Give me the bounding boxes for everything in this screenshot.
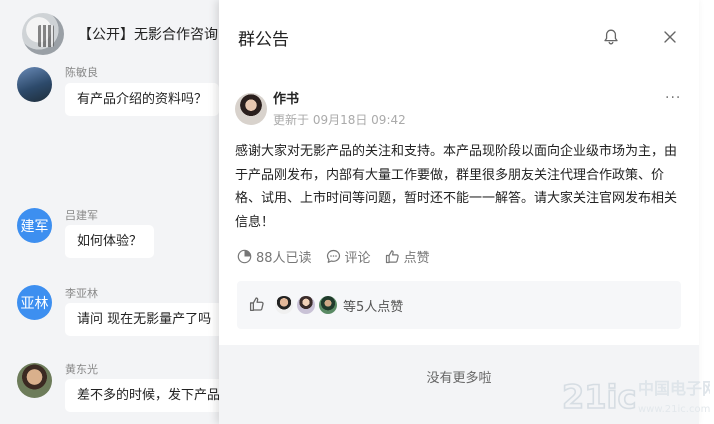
avatar[interactable] [17, 363, 52, 398]
no-more-text: 没有更多啦 [426, 371, 492, 386]
bell-icon[interactable] [600, 26, 622, 48]
close-icon[interactable] [659, 26, 681, 48]
author-name[interactable]: 作书 [273, 88, 299, 107]
read-count-button[interactable]: 88人已读 [237, 247, 312, 266]
comment-label: 评论 [344, 250, 371, 266]
update-timestamp: 更新于 09月18日 09:42 [273, 113, 406, 127]
chat-pane: 【公开】无影合作咨询 陈敏良 有产品介绍的资料吗？ 建军 吕建军 如何体验？ 亚… [0, 0, 220, 424]
panel-title: 群公告 [238, 30, 289, 50]
likes-count: 等5人点赞 [343, 300, 404, 315]
chat-header: 【公开】无影合作咨询 [0, 0, 220, 66]
avatar[interactable] [17, 67, 52, 102]
announcement-stats: 88人已读 评论 点赞 [237, 246, 444, 266]
thumb-up-icon [385, 249, 399, 263]
message-sender: 黄东光 [65, 363, 98, 376]
like-button[interactable]: 点赞 [385, 247, 430, 266]
more-options-button[interactable]: ··· [665, 90, 681, 106]
thumb-up-icon [249, 297, 264, 312]
announcement-content: 感谢大家对无影产品的关注和支持。本产品现阶段以面向企业级市场为主，由于产品刚发布… [235, 144, 678, 230]
message-sender: 李亚林 [65, 287, 98, 300]
read-progress-icon [237, 249, 252, 263]
like-label: 点赞 [403, 250, 430, 266]
avatar[interactable]: 建军 [17, 208, 52, 243]
announcement-panel: 群公告 作书 更新于 09月18日 09:42 ··· 感谢大家对无影产品的关注… [219, 0, 699, 424]
panel-footer: 没有更多啦 [219, 345, 699, 424]
message-bubble: 差不多的时候，发下产品 [65, 379, 220, 412]
likes-summary[interactable]: 等5人点赞 [237, 281, 681, 329]
message-bubble: 有产品介绍的资料吗？ [65, 83, 220, 116]
avatar[interactable] [297, 296, 315, 314]
message-bubble: 请问 现在无影量产了吗 [65, 303, 220, 336]
author-avatar[interactable] [235, 93, 267, 125]
message-bubble: 如何体验？ [65, 225, 155, 258]
group-avatar[interactable] [22, 13, 64, 55]
comment-button[interactable]: 评论 [326, 247, 371, 266]
avatar[interactable] [275, 296, 293, 314]
comment-icon [326, 249, 340, 263]
avatar[interactable]: 亚林 [17, 285, 52, 320]
message-sender: 吕建军 [65, 209, 98, 222]
message-sender: 陈敏良 [65, 66, 98, 79]
read-count: 88人已读 [256, 250, 312, 266]
avatar[interactable] [319, 296, 337, 314]
group-title[interactable]: 【公开】无影合作咨询 [78, 24, 218, 44]
